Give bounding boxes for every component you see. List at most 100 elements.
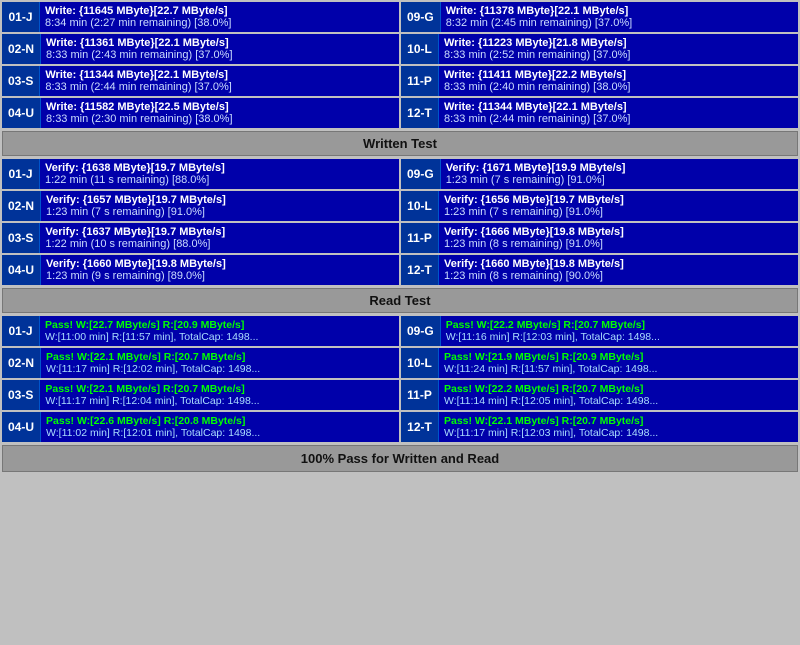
drive-cell-01-j: 01-JWrite: {11645 MByte}[22.7 MByte/s]8:… xyxy=(2,2,399,32)
drive-line1: Verify: {1638 MByte}[19.7 MByte/s] xyxy=(45,162,394,174)
drive-line1: Verify: {1671 MByte}[19.9 MByte/s] xyxy=(446,162,793,174)
drive-line2: 1:23 min (9 s remaining) [89.0%] xyxy=(46,270,394,282)
drive-line2: 1:22 min (11 s remaining) [88.0%] xyxy=(45,174,394,186)
drive-info: Write: {11645 MByte}[22.7 MByte/s]8:34 m… xyxy=(40,2,399,32)
drive-line1: Write: {11582 MByte}[22.5 MByte/s] xyxy=(46,101,394,113)
drive-info: Verify: {1671 MByte}[19.9 MByte/s]1:23 m… xyxy=(441,159,798,189)
drive-info: Write: {11411 MByte}[22.2 MByte/s]8:33 m… xyxy=(439,66,798,96)
drive-cell-02-n: 02-N Pass! W:[22.1 MByte/s] R:[20.7 MByte… xyxy=(2,348,399,378)
drive-cell-04-u: 04-UVerify: {1660 MByte}[19.8 MByte/s]1:… xyxy=(2,255,399,285)
drive-line1: Write: {11223 MByte}[21.8 MByte/s] xyxy=(444,37,793,49)
drive-line2: 1:23 min (8 s remaining) [90.0%] xyxy=(444,270,793,282)
drive-label: 02-N xyxy=(2,348,41,378)
drive-line2: 1:23 min (7 s remaining) [91.0%] xyxy=(446,174,793,186)
read-section-header: Read Test xyxy=(2,288,798,313)
drive-cell-04-u: 04-UWrite: {11582 MByte}[22.5 MByte/s]8:… xyxy=(2,98,399,128)
drive-line1: Pass! W:[22.1 MByte/s] R:[20.7 MByte/s] xyxy=(444,415,793,427)
drive-cell-01-j: 01-JVerify: {1638 MByte}[19.7 MByte/s]1:… xyxy=(2,159,399,189)
drive-cell-01-j: 01-JPass! W:[22.7 MByte/s] R:[20.9 MByte… xyxy=(2,316,399,346)
drive-cell-04-u: 04-UPass! W:[22.6 MByte/s] R:[20.8 MByte… xyxy=(2,412,399,442)
drive-info: Pass! W:[22.6 MByte/s] R:[20.8 MByte/s]W… xyxy=(41,412,399,442)
drive-line2: W:[11:16 min] R:[12:03 min], TotalCap: 1… xyxy=(446,331,793,343)
drive-cell-10-l: 10-LVerify: {1656 MByte}[19.7 MByte/s]1:… xyxy=(401,191,798,221)
drive-line2: W:[11:14 min] R:[12:05 min], TotalCap: 1… xyxy=(444,395,793,407)
drive-line1: Pass! W:[22.1 MByte/s] R:[20.7 MByte/s] xyxy=(46,351,394,363)
drive-label: 12-T xyxy=(401,255,439,285)
drive-line2: 8:34 min (2:27 min remaining) [38.0%] xyxy=(45,17,394,29)
verify-grid: 01-JVerify: {1638 MByte}[19.7 MByte/s]1:… xyxy=(2,159,798,285)
drive-cell-02-n: 02-N Write: {11361 MByte}[22.1 MByte/s]8:… xyxy=(2,34,399,64)
drive-cell-10-l: 10-LWrite: {11223 MByte}[21.8 MByte/s]8:… xyxy=(401,34,798,64)
write-section: 01-JWrite: {11645 MByte}[22.7 MByte/s]8:… xyxy=(2,2,798,156)
drive-info: Pass! W:[22.1 MByte/s] R:[20.7 MByte/s]W… xyxy=(40,380,399,410)
drive-line2: W:[11:24 min] R:[11:57 min], TotalCap: 1… xyxy=(444,363,793,375)
drive-info: Verify: {1660 MByte}[19.8 MByte/s]1:23 m… xyxy=(439,255,798,285)
drive-label: 01-J xyxy=(2,2,40,32)
drive-line1: Write: {11344 MByte}[22.1 MByte/s] xyxy=(45,69,394,81)
drive-line2: W:[11:00 min] R:[11:57 min], TotalCap: 1… xyxy=(45,331,394,343)
drive-label: 11-P xyxy=(401,380,439,410)
drive-cell-12-t: 12-TWrite: {11344 MByte}[22.1 MByte/s]8:… xyxy=(401,98,798,128)
drive-label: 01-J xyxy=(2,316,40,346)
drive-info: Pass! W:[22.1 MByte/s] R:[20.7 MByte/s]W… xyxy=(439,412,798,442)
drive-line2: 8:33 min (2:30 min remaining) [38.0%] xyxy=(46,113,394,125)
drive-info: Verify: {1656 MByte}[19.7 MByte/s]1:23 m… xyxy=(439,191,798,221)
drive-info: Pass! W:[22.7 MByte/s] R:[20.9 MByte/s]W… xyxy=(40,316,399,346)
drive-label: 04-U xyxy=(2,412,41,442)
drive-line1: Verify: {1656 MByte}[19.7 MByte/s] xyxy=(444,194,793,206)
drive-cell-11-p: 11-PVerify: {1666 MByte}[19.8 MByte/s]1:… xyxy=(401,223,798,253)
drive-cell-10-l: 10-LPass! W:[21.9 MByte/s] R:[20.9 MByte… xyxy=(401,348,798,378)
drive-cell-03-s: 03-SPass! W:[22.1 MByte/s] R:[20.7 MByte… xyxy=(2,380,399,410)
drive-label: 01-J xyxy=(2,159,40,189)
drive-info: Verify: {1637 MByte}[19.7 MByte/s]1:22 m… xyxy=(40,223,399,253)
drive-line2: 8:33 min (2:40 min remaining) [38.0%] xyxy=(444,81,793,93)
drive-label: 11-P xyxy=(401,223,439,253)
drive-label: 11-P xyxy=(401,66,439,96)
drive-line2: W:[11:17 min] R:[12:02 min], TotalCap: 1… xyxy=(46,363,394,375)
drive-cell-09-g: 09-GWrite: {11378 MByte}[22.1 MByte/s]8:… xyxy=(401,2,798,32)
drive-cell-09-g: 09-GVerify: {1671 MByte}[19.9 MByte/s]1:… xyxy=(401,159,798,189)
drive-cell-03-s: 03-S Write: {11344 MByte}[22.1 MByte/s]8:… xyxy=(2,66,399,96)
drive-line1: Verify: {1660 MByte}[19.8 MByte/s] xyxy=(46,258,394,270)
drive-info: Pass! W:[22.2 MByte/s] R:[20.7 MByte/s]W… xyxy=(439,380,798,410)
drive-cell-03-s: 03-SVerify: {1637 MByte}[19.7 MByte/s]1:… xyxy=(2,223,399,253)
drive-line1: Write: {11411 MByte}[22.2 MByte/s] xyxy=(444,69,793,81)
drive-line1: Pass! W:[22.2 MByte/s] R:[20.7 MByte/s] xyxy=(446,319,793,331)
drive-info: Write: {11223 MByte}[21.8 MByte/s]8:33 m… xyxy=(439,34,798,64)
drive-label: 12-T xyxy=(401,412,439,442)
drive-line1: Write: {11378 MByte}[22.1 MByte/s] xyxy=(446,5,793,17)
drive-label: 03-S xyxy=(2,380,40,410)
drive-info: Write: {11582 MByte}[22.5 MByte/s]8:33 m… xyxy=(41,98,399,128)
drive-line2: 8:33 min (2:44 min remaining) [37.0%] xyxy=(45,81,394,93)
drive-info: Verify: {1660 MByte}[19.8 MByte/s]1:23 m… xyxy=(41,255,399,285)
drive-line1: Pass! W:[22.6 MByte/s] R:[20.8 MByte/s] xyxy=(46,415,394,427)
drive-info: Pass! W:[21.9 MByte/s] R:[20.9 MByte/s]W… xyxy=(439,348,798,378)
drive-line1: Write: {11361 MByte}[22.1 MByte/s] xyxy=(46,37,394,49)
drive-line1: Pass! W:[22.7 MByte/s] R:[20.9 MByte/s] xyxy=(45,319,394,331)
drive-line2: 1:23 min (7 s remaining) [91.0%] xyxy=(444,206,793,218)
drive-cell-12-t: 12-TPass! W:[22.1 MByte/s] R:[20.7 MByte… xyxy=(401,412,798,442)
drive-info: Verify: {1638 MByte}[19.7 MByte/s]1:22 m… xyxy=(40,159,399,189)
drive-label: 09-G xyxy=(401,159,441,189)
drive-line1: Pass! W:[21.9 MByte/s] R:[20.9 MByte/s] xyxy=(444,351,793,363)
drive-info: Write: {11344 MByte}[22.1 MByte/s]8:33 m… xyxy=(439,98,798,128)
drive-line1: Pass! W:[22.1 MByte/s] R:[20.7 MByte/s] xyxy=(45,383,394,395)
drive-line1: Pass! W:[22.2 MByte/s] R:[20.7 MByte/s] xyxy=(444,383,793,395)
drive-cell-11-p: 11-PPass! W:[22.2 MByte/s] R:[20.7 MByte… xyxy=(401,380,798,410)
drive-label: 03-S xyxy=(2,66,40,96)
drive-line2: 8:33 min (2:52 min remaining) [37.0%] xyxy=(444,49,793,61)
verify-section: 01-JVerify: {1638 MByte}[19.7 MByte/s]1:… xyxy=(2,159,798,313)
drive-label: 04-U xyxy=(2,98,41,128)
drive-info: Verify: {1666 MByte}[19.8 MByte/s]1:23 m… xyxy=(439,223,798,253)
drive-line1: Verify: {1657 MByte}[19.7 MByte/s] xyxy=(46,194,394,206)
drive-label: 12-T xyxy=(401,98,439,128)
drive-label: 04-U xyxy=(2,255,41,285)
drive-label: 02-N xyxy=(2,34,41,64)
drive-label: 10-L xyxy=(401,34,439,64)
drive-line1: Verify: {1660 MByte}[19.8 MByte/s] xyxy=(444,258,793,270)
drive-line2: 8:33 min (2:43 min remaining) [37.0%] xyxy=(46,49,394,61)
main-container: 01-JWrite: {11645 MByte}[22.7 MByte/s]8:… xyxy=(0,0,800,474)
drive-line1: Verify: {1666 MByte}[19.8 MByte/s] xyxy=(444,226,793,238)
drive-line2: W:[11:17 min] R:[12:03 min], TotalCap: 1… xyxy=(444,427,793,439)
drive-label: 03-S xyxy=(2,223,40,253)
